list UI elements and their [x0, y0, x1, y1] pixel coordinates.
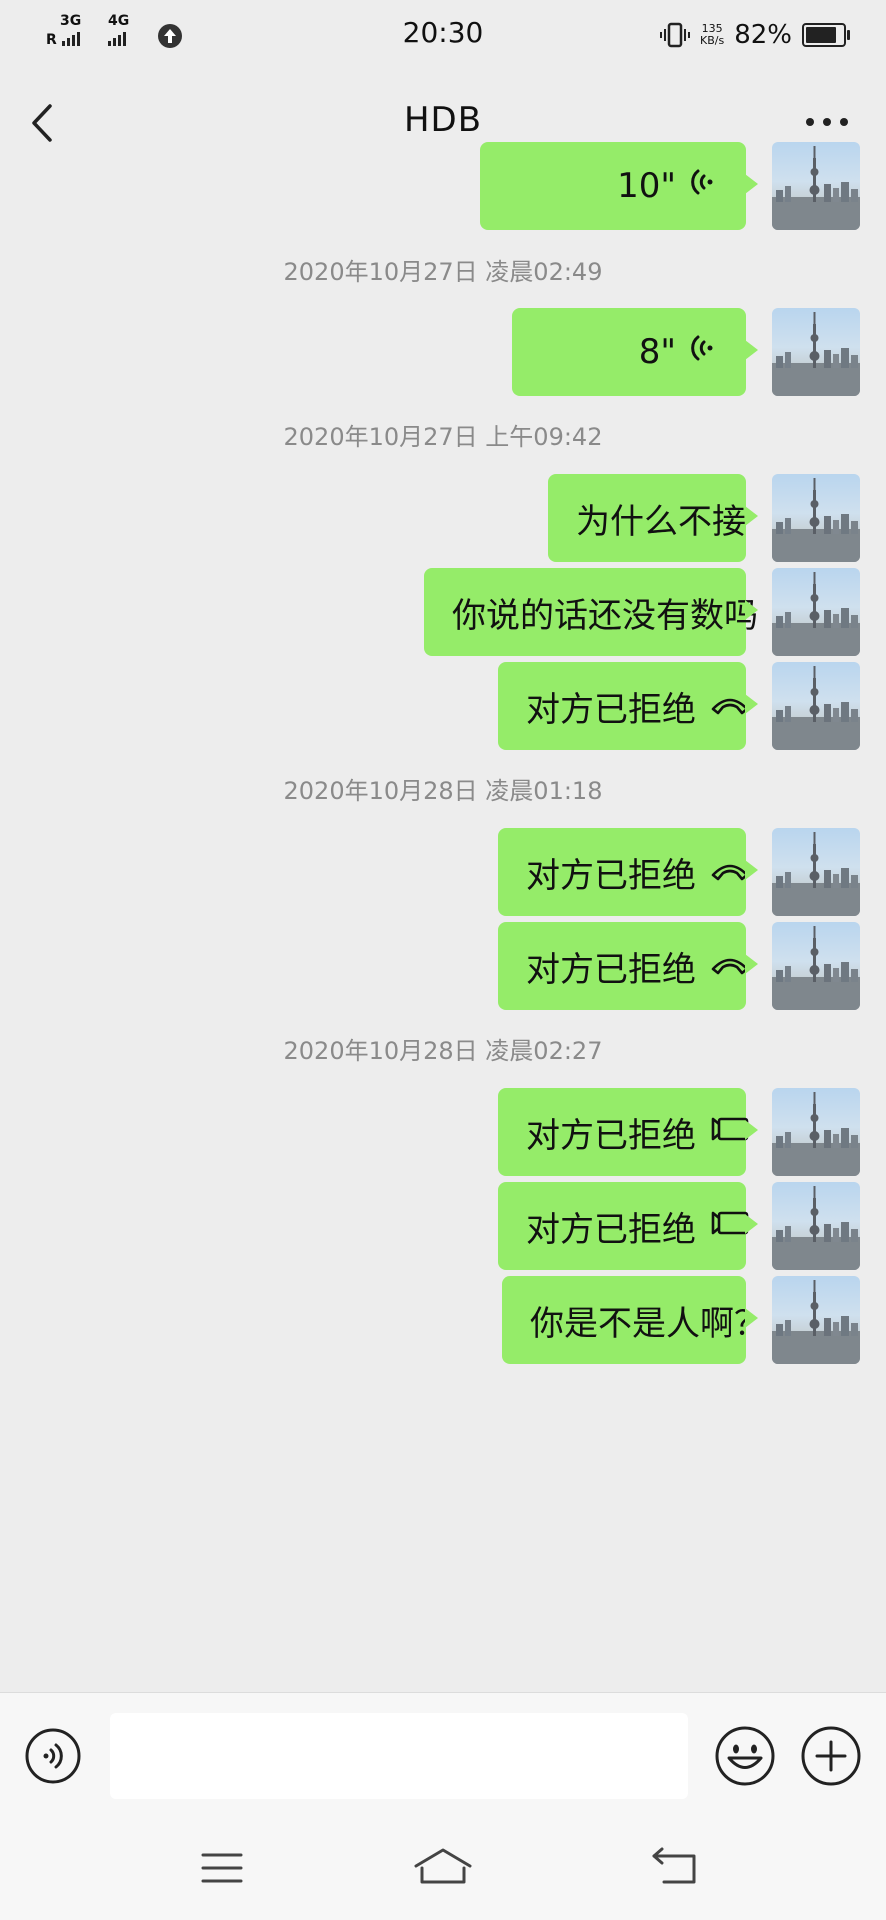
avatar[interactable]: [772, 1276, 860, 1364]
voice-message-bubble[interactable]: 8": [512, 308, 758, 396]
message-text: 10": [617, 166, 676, 206]
status-right: 135 KB/s 82%: [660, 18, 850, 52]
chat-title: HDB: [403, 100, 483, 140]
message-input[interactable]: [110, 1713, 688, 1799]
text-message-bubble[interactable]: 你说的话还没有数吗: [424, 568, 758, 656]
network-speed: 135 KB/s: [700, 23, 724, 47]
more-dots-icon[interactable]: [806, 118, 848, 126]
voice-message-bubble[interactable]: 10": [480, 142, 758, 230]
chat-header: HDB: [0, 72, 886, 172]
video-call-icon: [710, 1112, 750, 1152]
phone-hangup-icon: [710, 686, 750, 726]
vibrate-icon: [660, 22, 690, 48]
timestamp: 2020年10月27日 上午09:42: [283, 423, 603, 451]
avatar[interactable]: [772, 922, 860, 1010]
plus-icon[interactable]: [800, 1725, 862, 1787]
call-record-bubble[interactable]: 对方已拒绝: [498, 828, 758, 916]
message-text: 对方已拒绝: [526, 855, 696, 896]
menu-icon[interactable]: [200, 1850, 244, 1886]
voice-mode-icon[interactable]: [24, 1727, 82, 1785]
avatar[interactable]: [772, 474, 860, 562]
message-text: 对方已拒绝: [526, 689, 696, 730]
home-icon[interactable]: [412, 1846, 474, 1888]
avatar[interactable]: [772, 828, 860, 916]
phone-hangup-icon: [710, 946, 750, 986]
voice-wave-icon: [690, 166, 716, 206]
system-nav-bar: [0, 1816, 886, 1920]
message-text: 8": [638, 332, 676, 372]
avatar[interactable]: [772, 308, 860, 396]
timestamp: 2020年10月27日 凌晨02:49: [283, 258, 603, 286]
avatar[interactable]: [772, 1182, 860, 1270]
message-list: 10" 2020年10月27日 凌晨02:49 8" 2020年10月27日 上午09…: [0, 142, 886, 1692]
avatar[interactable]: [772, 662, 860, 750]
status-bar: 3G R 4G 20:30 135 KB/s 82%: [0, 0, 886, 70]
battery-fill: [806, 27, 836, 43]
battery-icon: [802, 23, 850, 47]
message-text: 你说的话还没有数吗: [452, 595, 758, 636]
phone-hangup-icon: [710, 852, 750, 892]
input-bar: [0, 1692, 886, 1817]
speed-unit: KB/s: [700, 34, 725, 47]
battery-percent: 82%: [734, 20, 792, 50]
avatar[interactable]: [772, 1088, 860, 1176]
message-text: 你是不是人啊？: [530, 1303, 768, 1344]
timestamp: 2020年10月28日 凌晨02:27: [283, 1037, 603, 1065]
call-record-bubble[interactable]: 对方已拒绝: [498, 662, 758, 750]
message-text: 对方已拒绝: [526, 949, 696, 990]
video-call-icon: [710, 1206, 750, 1246]
emoji-icon[interactable]: [714, 1725, 776, 1787]
call-record-bubble[interactable]: 对方已拒绝: [498, 1182, 758, 1270]
avatar[interactable]: [772, 142, 860, 230]
message-text: 对方已拒绝: [526, 1209, 696, 1250]
avatar[interactable]: [772, 568, 860, 656]
call-record-bubble[interactable]: 对方已拒绝: [498, 922, 758, 1010]
voice-wave-icon: [690, 332, 716, 372]
call-record-bubble[interactable]: 对方已拒绝: [498, 1088, 758, 1176]
message-text: 为什么不接: [576, 501, 746, 542]
text-message-bubble[interactable]: 你是不是人啊？: [502, 1276, 768, 1364]
back-nav-icon[interactable]: [650, 1846, 700, 1888]
message-text: 对方已拒绝: [526, 1115, 696, 1156]
timestamp: 2020年10月28日 凌晨01:18: [283, 777, 603, 805]
text-message-bubble[interactable]: 为什么不接: [548, 474, 758, 562]
